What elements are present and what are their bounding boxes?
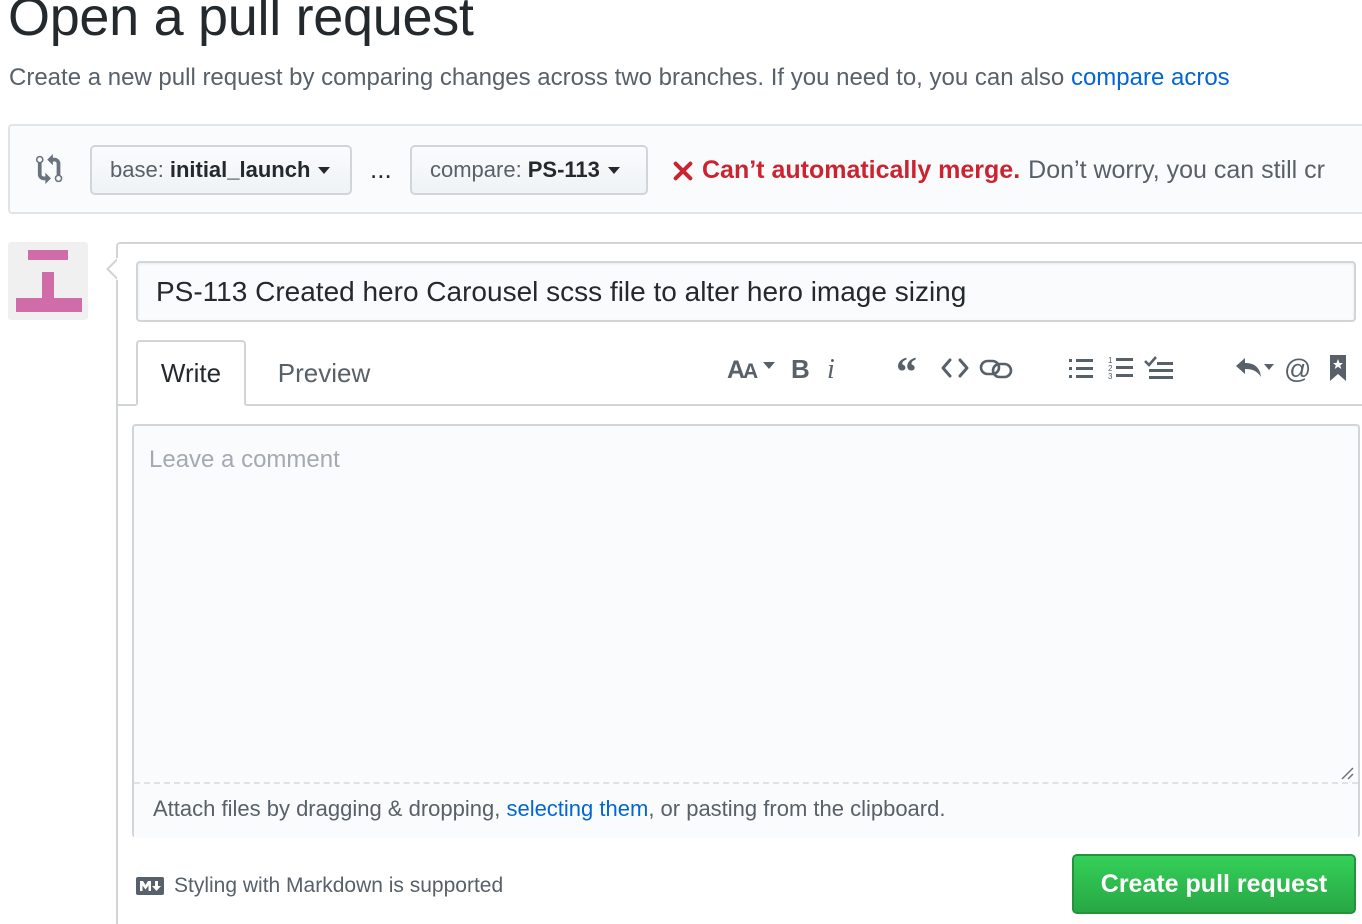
subtitle-text: Create a new pull request by comparing c… xyxy=(9,64,1071,91)
italic-icon[interactable]: i xyxy=(822,350,844,386)
attach-text-before: Attach files by dragging & dropping, xyxy=(153,796,507,821)
page-title: Open a pull request xyxy=(8,0,474,47)
identicon-avatar xyxy=(16,250,82,312)
merge-status: Can’t automatically merge. Don’t worry, … xyxy=(672,156,1325,185)
compare-across-forks-link[interactable]: compare acros xyxy=(1071,64,1230,91)
x-icon xyxy=(673,161,693,180)
link-icon[interactable] xyxy=(978,350,1014,386)
resize-handle-icon[interactable] xyxy=(1338,764,1354,780)
pr-title-input[interactable] xyxy=(136,261,1356,322)
base-prefix: base: xyxy=(110,157,164,182)
svg-text:B: B xyxy=(791,354,810,383)
chevron-down-icon xyxy=(318,166,331,174)
svg-text:3: 3 xyxy=(1108,372,1113,381)
quote-icon[interactable]: “ xyxy=(894,350,926,386)
compare-prefix: compare: xyxy=(430,157,522,182)
merge-status-label: Can’t automatically merge. xyxy=(702,156,1021,184)
file-attach-drop-zone[interactable]: Attach files by dragging & dropping, sel… xyxy=(134,782,1358,838)
reply-icon[interactable] xyxy=(1232,350,1278,386)
attach-text-after: , or pasting from the clipboard. xyxy=(648,796,946,821)
merge-status-detail: Don’t worry, you can still cr xyxy=(1028,156,1325,184)
markdown-support-note[interactable]: Styling with Markdown is supported xyxy=(136,874,503,898)
mention-icon[interactable]: @ xyxy=(1282,350,1314,386)
code-icon[interactable] xyxy=(938,350,972,386)
speech-arrow xyxy=(106,258,118,280)
task-list-icon[interactable] xyxy=(1142,350,1176,386)
base-branch-name: initial_launch xyxy=(169,157,311,182)
comment-field-container: Attach files by dragging & dropping, sel… xyxy=(132,424,1360,838)
markdown-note-label: Styling with Markdown is supported xyxy=(174,874,504,897)
page-subtitle: Create a new pull request by comparing c… xyxy=(9,64,1230,92)
markdown-icon xyxy=(136,877,164,895)
avatar[interactable] xyxy=(8,242,88,320)
tab-write[interactable]: Write xyxy=(136,340,246,406)
ordered-list-icon[interactable]: 123 xyxy=(1106,350,1136,386)
create-pull-request-button[interactable]: Create pull request xyxy=(1072,854,1356,914)
tab-preview[interactable]: Preview xyxy=(262,340,386,406)
svg-text:“: “ xyxy=(896,353,917,383)
text-size-icon[interactable]: A A xyxy=(726,350,778,386)
pull-request-page: Open a pull request Create a new pull re… xyxy=(0,0,1362,924)
git-compare-icon xyxy=(36,154,63,184)
chevron-down-icon xyxy=(607,166,620,174)
base-branch-select[interactable]: base: initial_launch xyxy=(90,145,352,195)
svg-text:@: @ xyxy=(1284,354,1311,383)
bold-icon[interactable]: B xyxy=(788,350,814,386)
range-editor: base: initial_launch ... compare: PS-113 C… xyxy=(8,124,1362,214)
range-separator: ... xyxy=(370,154,392,184)
svg-text:i: i xyxy=(827,354,835,383)
svg-text:A: A xyxy=(743,360,758,383)
bookmark-icon[interactable] xyxy=(1324,350,1352,386)
unordered-list-icon[interactable] xyxy=(1066,350,1096,386)
compare-branch-select[interactable]: compare: PS-113 xyxy=(410,145,648,195)
comment-textarea[interactable] xyxy=(134,426,1358,782)
compare-branch-name: PS-113 xyxy=(527,157,600,182)
select-files-link[interactable]: selecting them xyxy=(506,796,648,821)
